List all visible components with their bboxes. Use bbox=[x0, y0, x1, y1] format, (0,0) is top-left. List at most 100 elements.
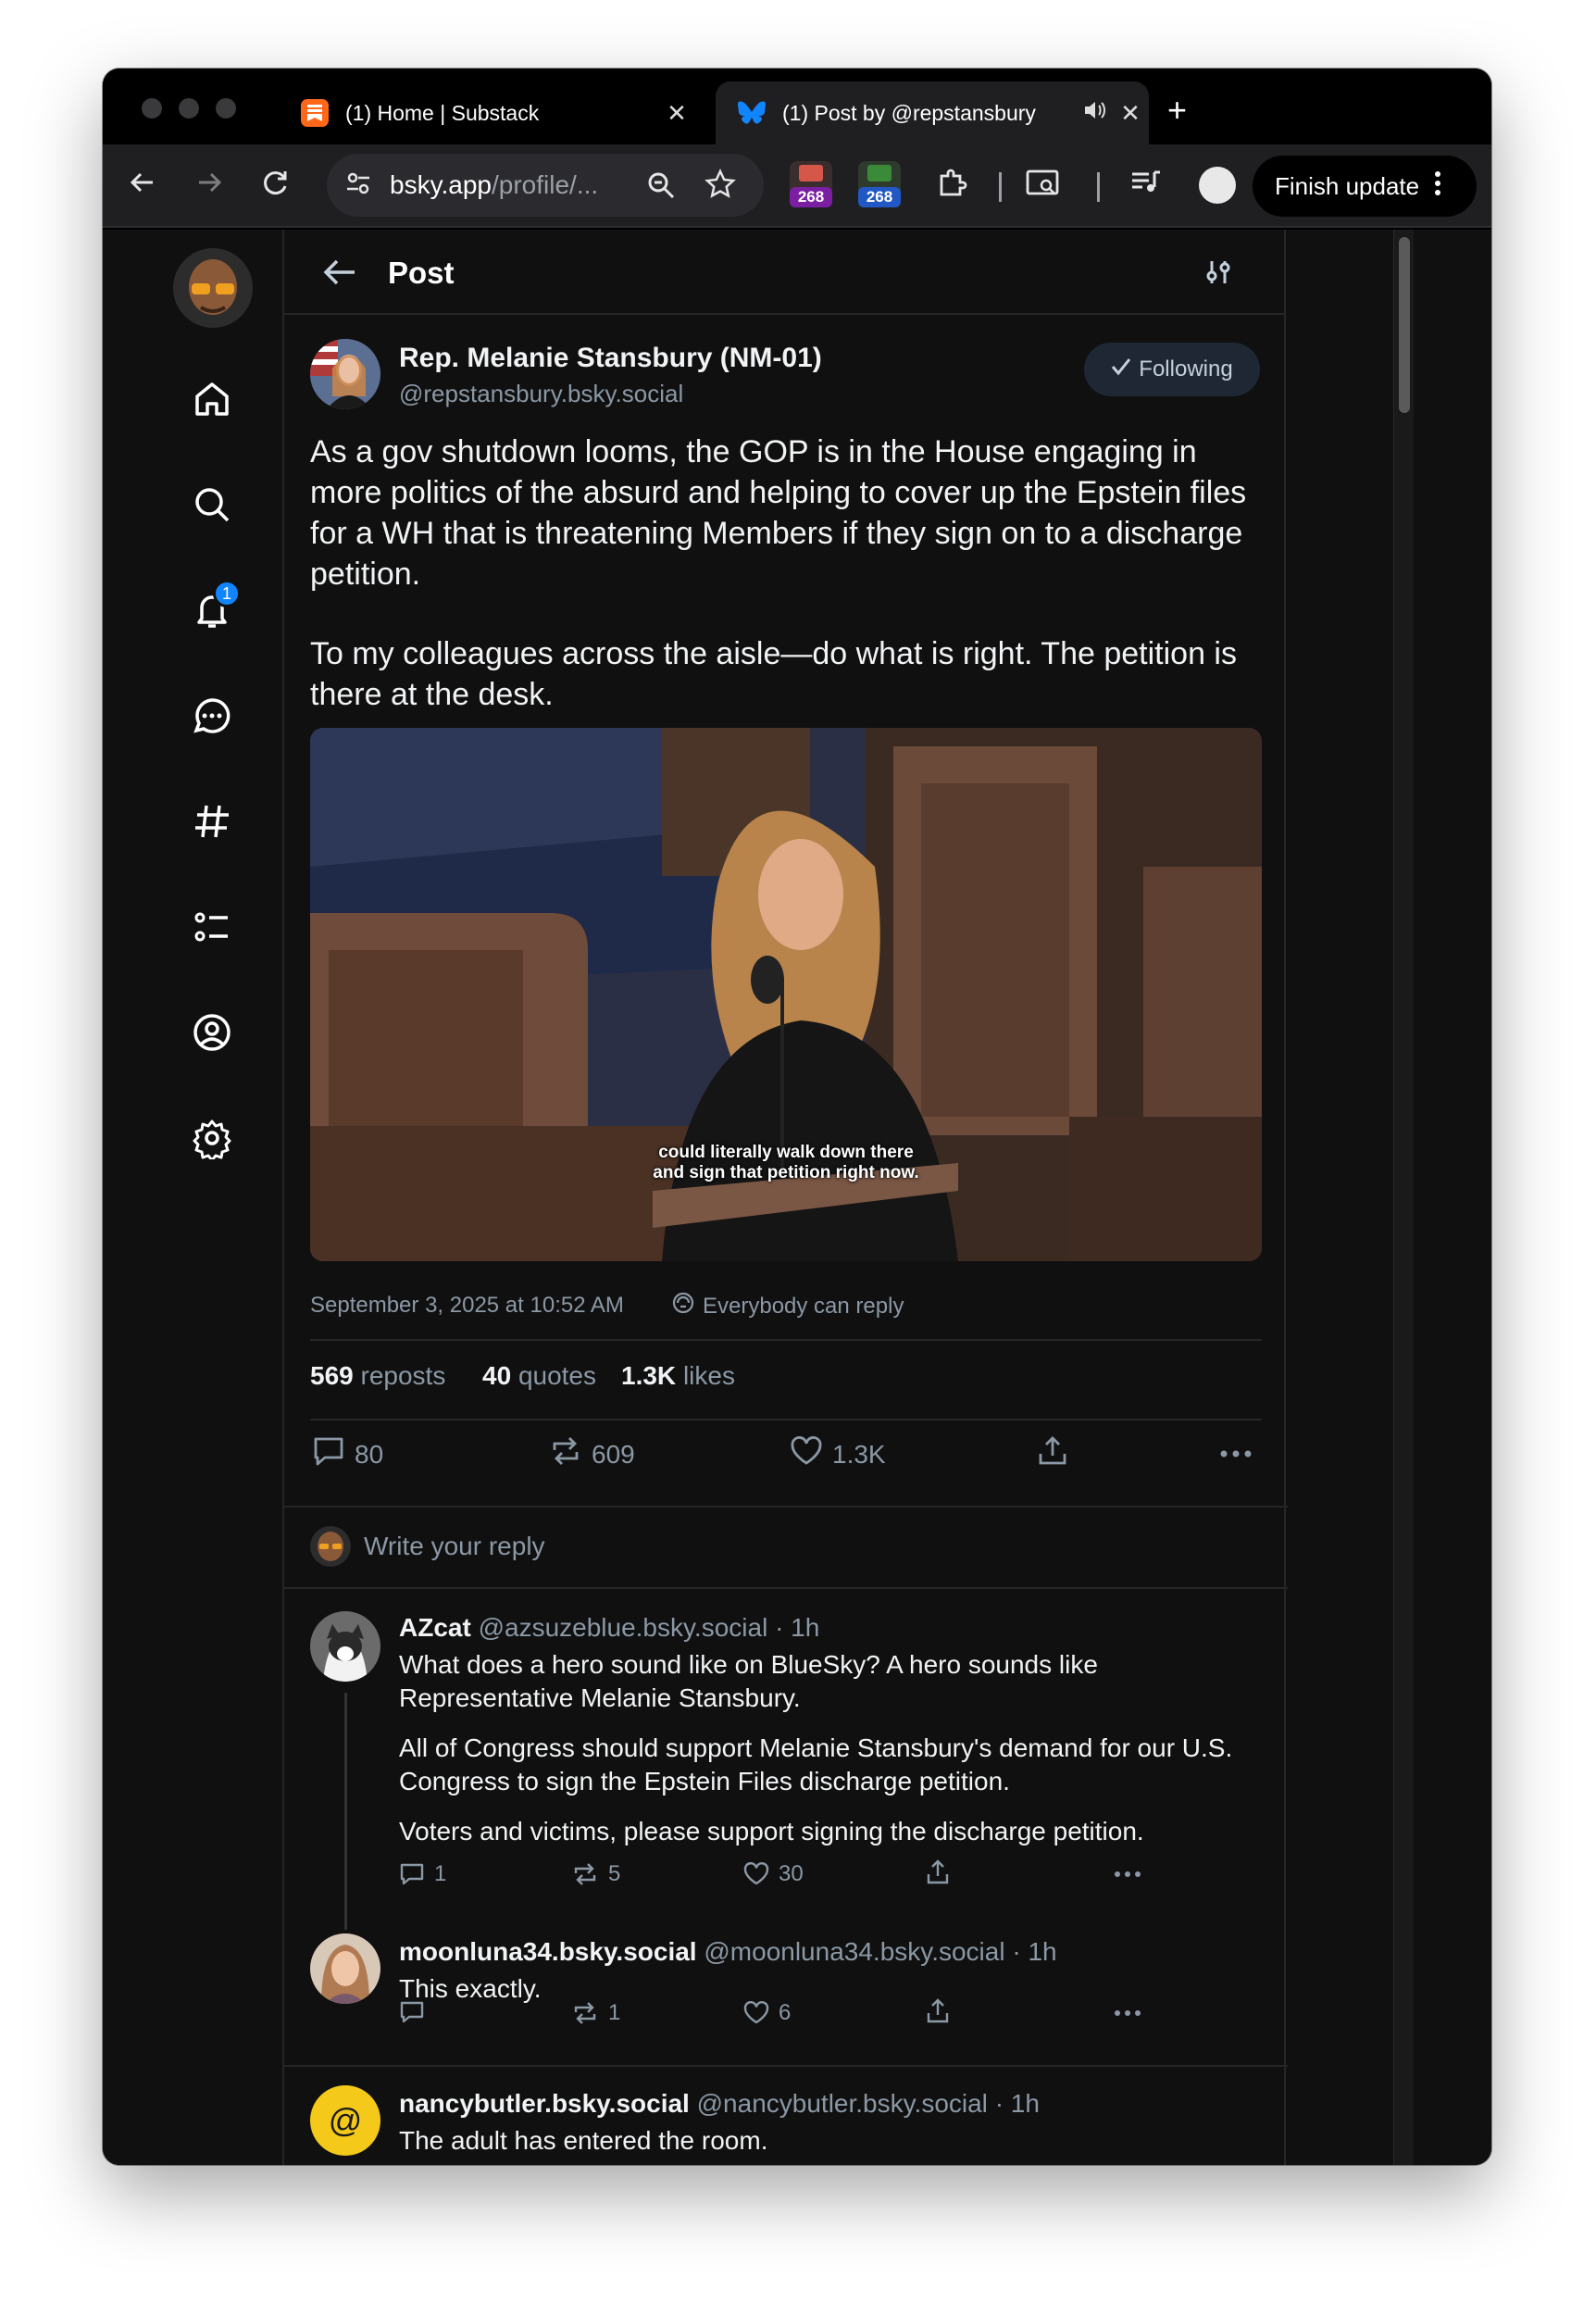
more-horizontal-icon bbox=[1115, 1871, 1141, 1877]
quotes-count: 40 bbox=[482, 1361, 512, 1390]
author-avatar[interactable] bbox=[310, 339, 380, 409]
like-button[interactable]: 1.3K bbox=[790, 1435, 886, 1473]
url-text[interactable]: bsky.app/profile/... bbox=[390, 170, 598, 200]
like-button[interactable]: 30 bbox=[743, 1861, 804, 1887]
reposts-label: reposts bbox=[360, 1361, 446, 1390]
home-icon[interactable] bbox=[189, 376, 235, 422]
url-path: /profile/... bbox=[492, 170, 599, 199]
reload-button[interactable] bbox=[260, 167, 292, 206]
reposts-stat[interactable]: 569 reposts bbox=[310, 1361, 445, 1391]
reply-button[interactable]: 80 bbox=[312, 1435, 383, 1473]
back-button[interactable] bbox=[127, 167, 158, 206]
bluesky-app: 1 Post Rep. Melanie Stansbury (NM-01) @r… bbox=[103, 230, 1491, 2165]
reply-avatar-azcat[interactable] bbox=[310, 1611, 380, 1682]
notifications-icon[interactable]: 1 bbox=[189, 580, 241, 633]
media-controls-icon[interactable] bbox=[1128, 165, 1164, 207]
reply-author-name[interactable]: AZcat bbox=[399, 1613, 471, 1642]
profile-icon[interactable] bbox=[189, 1009, 235, 1056]
search-icon[interactable] bbox=[189, 482, 235, 528]
extension-icon[interactable]: 268 bbox=[858, 161, 901, 207]
more-options-button[interactable] bbox=[1114, 1870, 1141, 1878]
divider bbox=[310, 1339, 1262, 1341]
more-options-button[interactable] bbox=[1219, 1446, 1253, 1463]
reply-time[interactable]: · 1h bbox=[775, 1613, 819, 1642]
profile-avatar[interactable] bbox=[1199, 167, 1236, 204]
reply-author-handle[interactable]: @moonluna34.bsky.social bbox=[704, 1937, 1004, 1966]
repost-count: 1 bbox=[608, 2000, 621, 2025]
window-close-button[interactable] bbox=[142, 98, 162, 119]
zoom-icon[interactable] bbox=[645, 169, 677, 206]
reply-icon bbox=[400, 1863, 424, 1885]
settings-icon[interactable] bbox=[189, 1115, 235, 1161]
reply-text-line: Voters and victims, please support signi… bbox=[399, 1817, 1144, 1845]
main-column: Post Rep. Melanie Stansbury (NM-01) @rep… bbox=[282, 230, 1288, 2165]
extension-icon[interactable]: 268 bbox=[790, 161, 832, 207]
divider bbox=[284, 2065, 1288, 2067]
reply-input[interactable]: Write your reply bbox=[364, 1532, 545, 1561]
post-video[interactable]: could literally walk down there and sign… bbox=[310, 728, 1262, 1261]
close-tab-icon[interactable]: ✕ bbox=[658, 99, 695, 128]
more-vertical-icon[interactable] bbox=[1434, 169, 1441, 204]
substack-icon bbox=[301, 99, 329, 127]
audio-playing-icon[interactable] bbox=[1082, 99, 1106, 127]
reply-time[interactable]: · 1h bbox=[995, 2089, 1040, 2118]
browser-toolbar: bsky.app/profile/... 268 268 Finish upda… bbox=[103, 144, 1491, 228]
reply-button[interactable]: 1 bbox=[399, 1861, 446, 1887]
more-options-button[interactable] bbox=[1114, 2009, 1141, 2017]
reply-setting[interactable]: Everybody can reply bbox=[671, 1291, 904, 1321]
new-tab-button[interactable]: + bbox=[1167, 91, 1187, 130]
close-tab-icon[interactable]: ✕ bbox=[1112, 99, 1149, 128]
back-arrow-icon[interactable] bbox=[321, 256, 358, 294]
reply-author-name[interactable]: nancybutler.bsky.social bbox=[399, 2089, 690, 2118]
repost-button[interactable]: 609 bbox=[549, 1435, 635, 1473]
tab-substack[interactable]: (1) Home | Substack ✕ bbox=[279, 81, 695, 144]
scrollbar-thumb[interactable] bbox=[1399, 237, 1410, 413]
post-text-paragraph-2: To my colleagues across the aisle—do wha… bbox=[310, 636, 1237, 712]
repost-button[interactable]: 1 bbox=[571, 2000, 620, 2026]
reply-time[interactable]: · 1h bbox=[1012, 1937, 1056, 1966]
extensions-puzzle-icon[interactable] bbox=[934, 165, 969, 207]
share-button[interactable] bbox=[925, 1998, 951, 2024]
address-bar[interactable]: bsky.app/profile/... bbox=[327, 154, 764, 217]
quotes-stat[interactable]: 40 quotes bbox=[482, 1361, 596, 1391]
reply-count: 1 bbox=[434, 1861, 447, 1886]
video-caption-line: and sign that petition right now. bbox=[653, 1163, 919, 1182]
chat-icon[interactable] bbox=[189, 693, 235, 739]
reply-avatar-nancybutler[interactable]: @ bbox=[310, 2085, 380, 2156]
bookmark-star-icon[interactable] bbox=[704, 169, 736, 205]
tab-bluesky-post[interactable]: (1) Post by @repstansbury ✕ bbox=[716, 81, 1149, 144]
following-button[interactable]: Following bbox=[1084, 343, 1260, 396]
heart-icon bbox=[790, 1435, 823, 1473]
window-minimize-button[interactable] bbox=[179, 98, 199, 119]
tab-search-icon[interactable] bbox=[1025, 165, 1062, 207]
share-button[interactable] bbox=[1036, 1435, 1069, 1471]
my-avatar[interactable] bbox=[173, 248, 253, 328]
finish-update-button[interactable]: Finish update bbox=[1253, 156, 1477, 217]
like-count: 30 bbox=[779, 1861, 804, 1886]
thread-line bbox=[344, 1693, 347, 1930]
feeds-icon[interactable] bbox=[189, 798, 235, 844]
author-handle[interactable]: @repstansbury.bsky.social bbox=[399, 380, 683, 408]
heart-icon bbox=[743, 2001, 769, 2024]
forward-button[interactable] bbox=[193, 167, 225, 206]
lists-icon[interactable] bbox=[189, 904, 235, 950]
like-button[interactable]: 6 bbox=[743, 2000, 791, 2026]
window-zoom-button[interactable] bbox=[216, 98, 236, 119]
reply-author-handle[interactable]: @azsuzeblue.bsky.social bbox=[479, 1613, 768, 1642]
post-timestamp[interactable]: September 3, 2025 at 10:52 AM bbox=[310, 1293, 624, 1319]
author-name[interactable]: Rep. Melanie Stansbury (NM-01) bbox=[399, 343, 822, 374]
reply-text-line: The adult has entered the room. bbox=[399, 2126, 768, 2155]
likes-label: likes bbox=[682, 1361, 735, 1390]
site-settings-icon[interactable] bbox=[343, 169, 373, 203]
reply-author-name[interactable]: moonluna34.bsky.social bbox=[399, 1937, 697, 1966]
reply-button[interactable] bbox=[399, 2000, 434, 2024]
share-button[interactable] bbox=[925, 1859, 951, 1885]
repost-button[interactable]: 5 bbox=[571, 1861, 620, 1887]
thread-settings-icon[interactable] bbox=[1203, 257, 1234, 292]
likes-stat[interactable]: 1.3K likes bbox=[621, 1361, 735, 1391]
like-count: 1.3K bbox=[832, 1439, 886, 1469]
bluesky-butterfly-icon bbox=[738, 99, 766, 127]
reply-avatar-moonluna[interactable] bbox=[310, 1933, 380, 2004]
scrollbar[interactable] bbox=[1393, 230, 1414, 2165]
reply-author-handle[interactable]: @nancybutler.bsky.social bbox=[697, 2089, 988, 2118]
